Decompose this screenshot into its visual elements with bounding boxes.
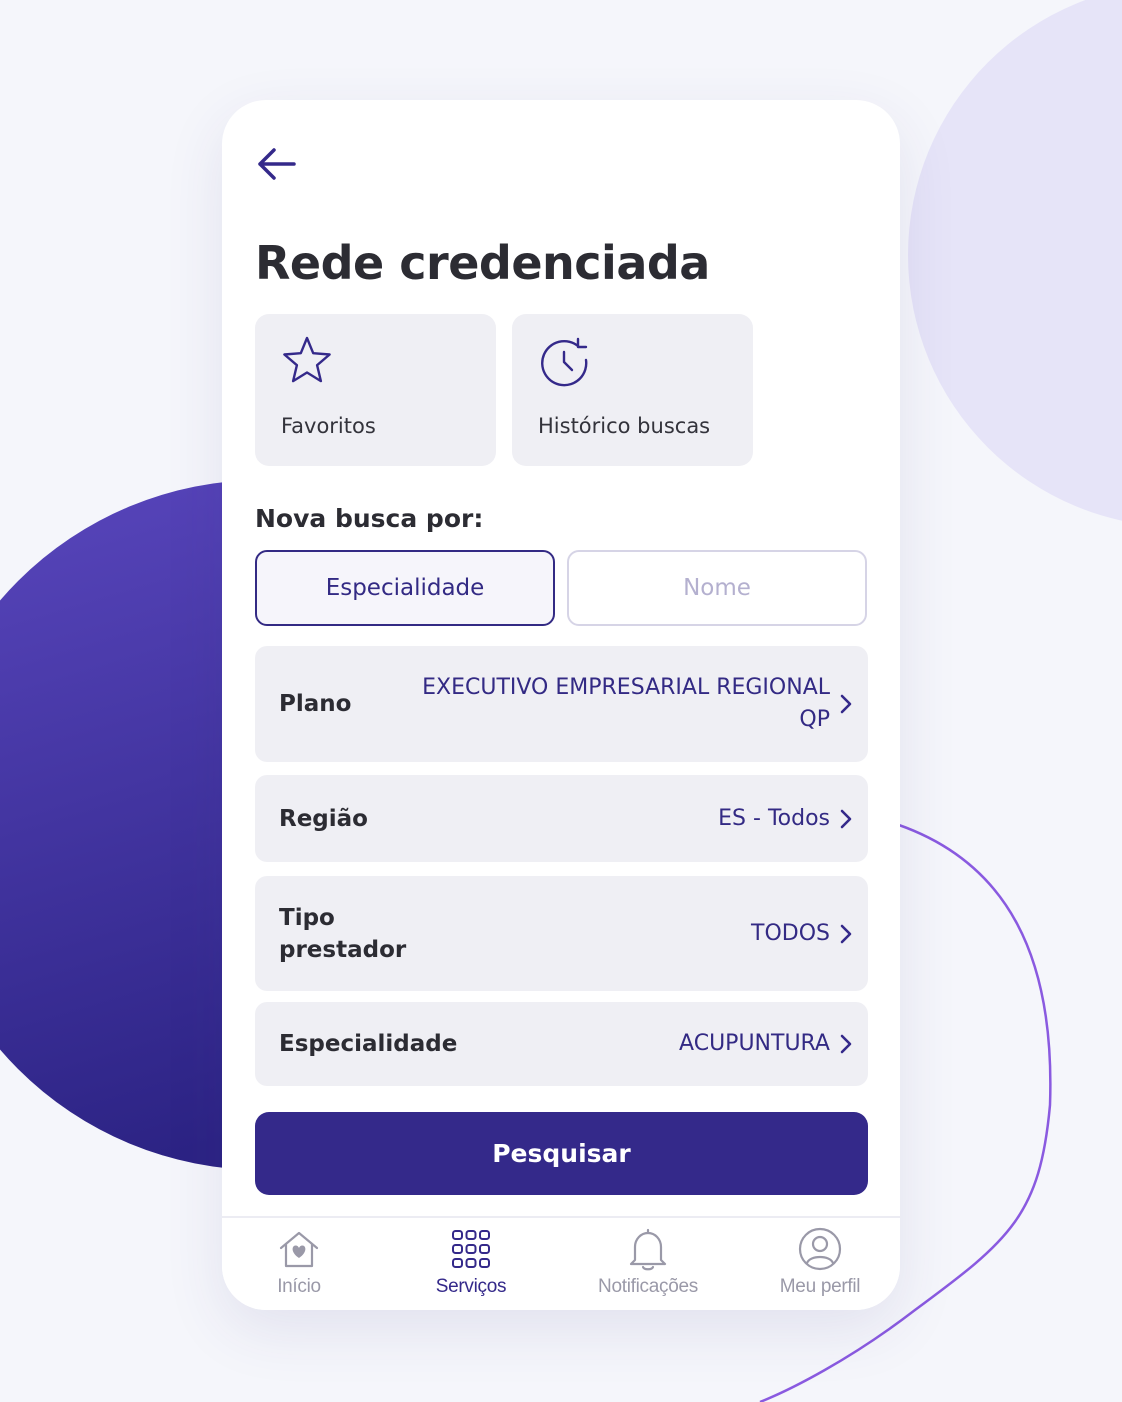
filter-value: ES - Todos	[718, 805, 830, 831]
search-history-card[interactable]: Histórico buscas	[512, 314, 753, 466]
filter-row-regiao[interactable]: Região ES - Todos	[255, 775, 868, 862]
light-purple-circle	[908, 0, 1122, 521]
arrow-left-icon	[258, 148, 296, 180]
tab-servicos[interactable]: Serviços	[401, 1226, 541, 1306]
favorites-card[interactable]: Favoritos	[255, 314, 496, 466]
chevron-right-icon	[840, 1034, 852, 1054]
history-clock-icon	[541, 337, 588, 387]
new-search-label: Nova busca por:	[255, 504, 484, 533]
filter-row-plano[interactable]: Plano EXECUTIVO EMPRESARIAL REGIONAL QP	[255, 646, 868, 762]
home-heart-icon	[279, 1231, 319, 1268]
search-by-specialty-tab[interactable]: Especialidade	[255, 550, 555, 626]
bell-icon	[629, 1228, 667, 1271]
chevron-right-icon	[840, 809, 852, 828]
chevron-right-icon	[840, 694, 852, 714]
chevron-right-icon	[840, 924, 852, 943]
tab-meu-perfil[interactable]: Meu perfil	[750, 1226, 890, 1306]
user-circle-icon	[798, 1227, 842, 1271]
filter-value: ACUPUNTURA	[679, 1031, 830, 1056]
filter-value: TODOS	[751, 920, 830, 946]
tab-notificacoes[interactable]: Notificações	[578, 1226, 718, 1306]
page-title: Rede credenciada	[255, 236, 710, 290]
favorites-label: Favoritos	[281, 414, 376, 438]
search-button[interactable]: Pesquisar	[255, 1112, 868, 1195]
search-by-name-tab[interactable]: Nome	[567, 550, 867, 626]
tab-inicio[interactable]: Início	[229, 1226, 369, 1306]
star-icon	[283, 336, 331, 383]
tab-label: Meu perfil	[779, 1276, 861, 1297]
filter-label: Tipo prestador	[279, 904, 407, 963]
back-button[interactable]	[252, 144, 300, 184]
tab-label: Início	[277, 1276, 321, 1297]
filter-label: Região	[279, 805, 368, 832]
search-history-label: Histórico buscas	[538, 414, 711, 438]
filter-value: EXECUTIVO EMPRESARIAL REGIONAL QP	[422, 675, 830, 732]
bottom-tab-bar: Início Serviços Notificações Meu perfil	[222, 1216, 900, 1310]
phone-screen: Rede credenciada Favoritos Histórico bus…	[222, 100, 900, 1310]
grid-icon	[452, 1230, 490, 1268]
filter-label: Especialidade	[279, 1031, 458, 1057]
filter-row-tipo-prestador[interactable]: Tipo prestador TODOS	[255, 876, 868, 991]
tab-label: Notificações	[598, 1276, 698, 1297]
tab-label: Serviços	[435, 1276, 507, 1297]
filter-label: Plano	[279, 691, 352, 717]
filter-row-especialidade[interactable]: Especialidade ACUPUNTURA	[255, 1002, 868, 1086]
